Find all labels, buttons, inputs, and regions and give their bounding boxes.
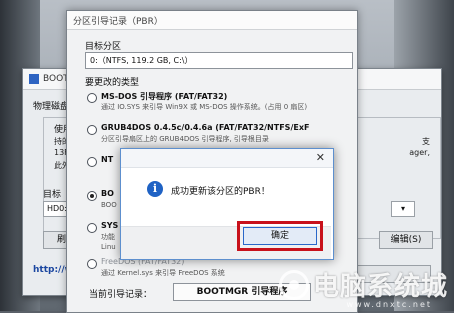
option-name: MS-DOS 引导程序 (FAT/FAT32) [101, 92, 228, 101]
radio-button[interactable] [87, 125, 97, 135]
bootice-info-right: 支 [422, 137, 430, 146]
watermark-logo-icon [278, 269, 309, 300]
target-partition-select[interactable]: 0:（NTFS, 119.2 GB, C:\） [85, 52, 353, 69]
radio-button[interactable] [87, 157, 97, 167]
tab-physical-disk[interactable]: 物理磁盘 [33, 99, 69, 112]
chevron-down-icon[interactable]: ▾ [391, 201, 415, 217]
radio-button[interactable] [87, 223, 97, 233]
option-msdos[interactable]: MS-DOS 引导程序 (FAT/FAT32) 通过 IO.SYS 来引导 Wi… [87, 91, 353, 115]
bootice-info-right: ager, [409, 148, 430, 157]
option-name: NT [101, 155, 114, 164]
radio-button[interactable] [87, 93, 97, 103]
watermark-url: www.dnxtc.net [346, 300, 432, 309]
close-icon[interactable]: ✕ [316, 151, 325, 164]
message-text: 成功更新该分区的PBR！ [171, 187, 270, 197]
bootice-title: BOOT [43, 74, 69, 84]
target-partition-label: 目标分区 [85, 42, 122, 52]
bootice-app-icon [29, 74, 39, 84]
success-message-box: ✕ i 成功更新该分区的PBR！ 确定 [120, 148, 334, 260]
option-name: SYS [101, 221, 119, 230]
option-name: GRUB4DOS 0.4.5c/0.4.6a (FAT/FAT32/NTFS/E… [101, 123, 310, 132]
watermark-text: 电脑系统城 [312, 272, 448, 302]
info-icon: i [147, 181, 163, 197]
current-record-label: 当前引导记录： [89, 290, 153, 300]
ok-button[interactable]: 确定 [243, 227, 317, 245]
option-name: BO [101, 189, 114, 198]
radio-button[interactable] [87, 259, 97, 269]
option-desc: 通过 IO.SYS 来引导 Win9X 或 MS-DOS 操作系统。(占用 0 … [101, 103, 308, 111]
option-grub4dos[interactable]: GRUB4DOS 0.4.5c/0.4.6a (FAT/FAT32/NTFS/E… [87, 123, 353, 147]
ok-button-highlight: 确定 [237, 221, 323, 251]
change-type-group-label: 要更改的类型 [85, 78, 140, 88]
pbr-dialog-title: 分区引导记录（PBR） [67, 11, 357, 30]
watermark: 电脑系统城 [278, 266, 448, 303]
edit-button[interactable]: 编辑(S) [379, 231, 433, 249]
radio-button-selected[interactable] [87, 191, 97, 201]
message-titlebar: ✕ [121, 149, 333, 168]
bootice-target-label: 目标 [43, 190, 62, 200]
option-desc: 分区引导扇区上的 GRUB4DOS 引导程序, 引导根目录 [101, 135, 269, 143]
